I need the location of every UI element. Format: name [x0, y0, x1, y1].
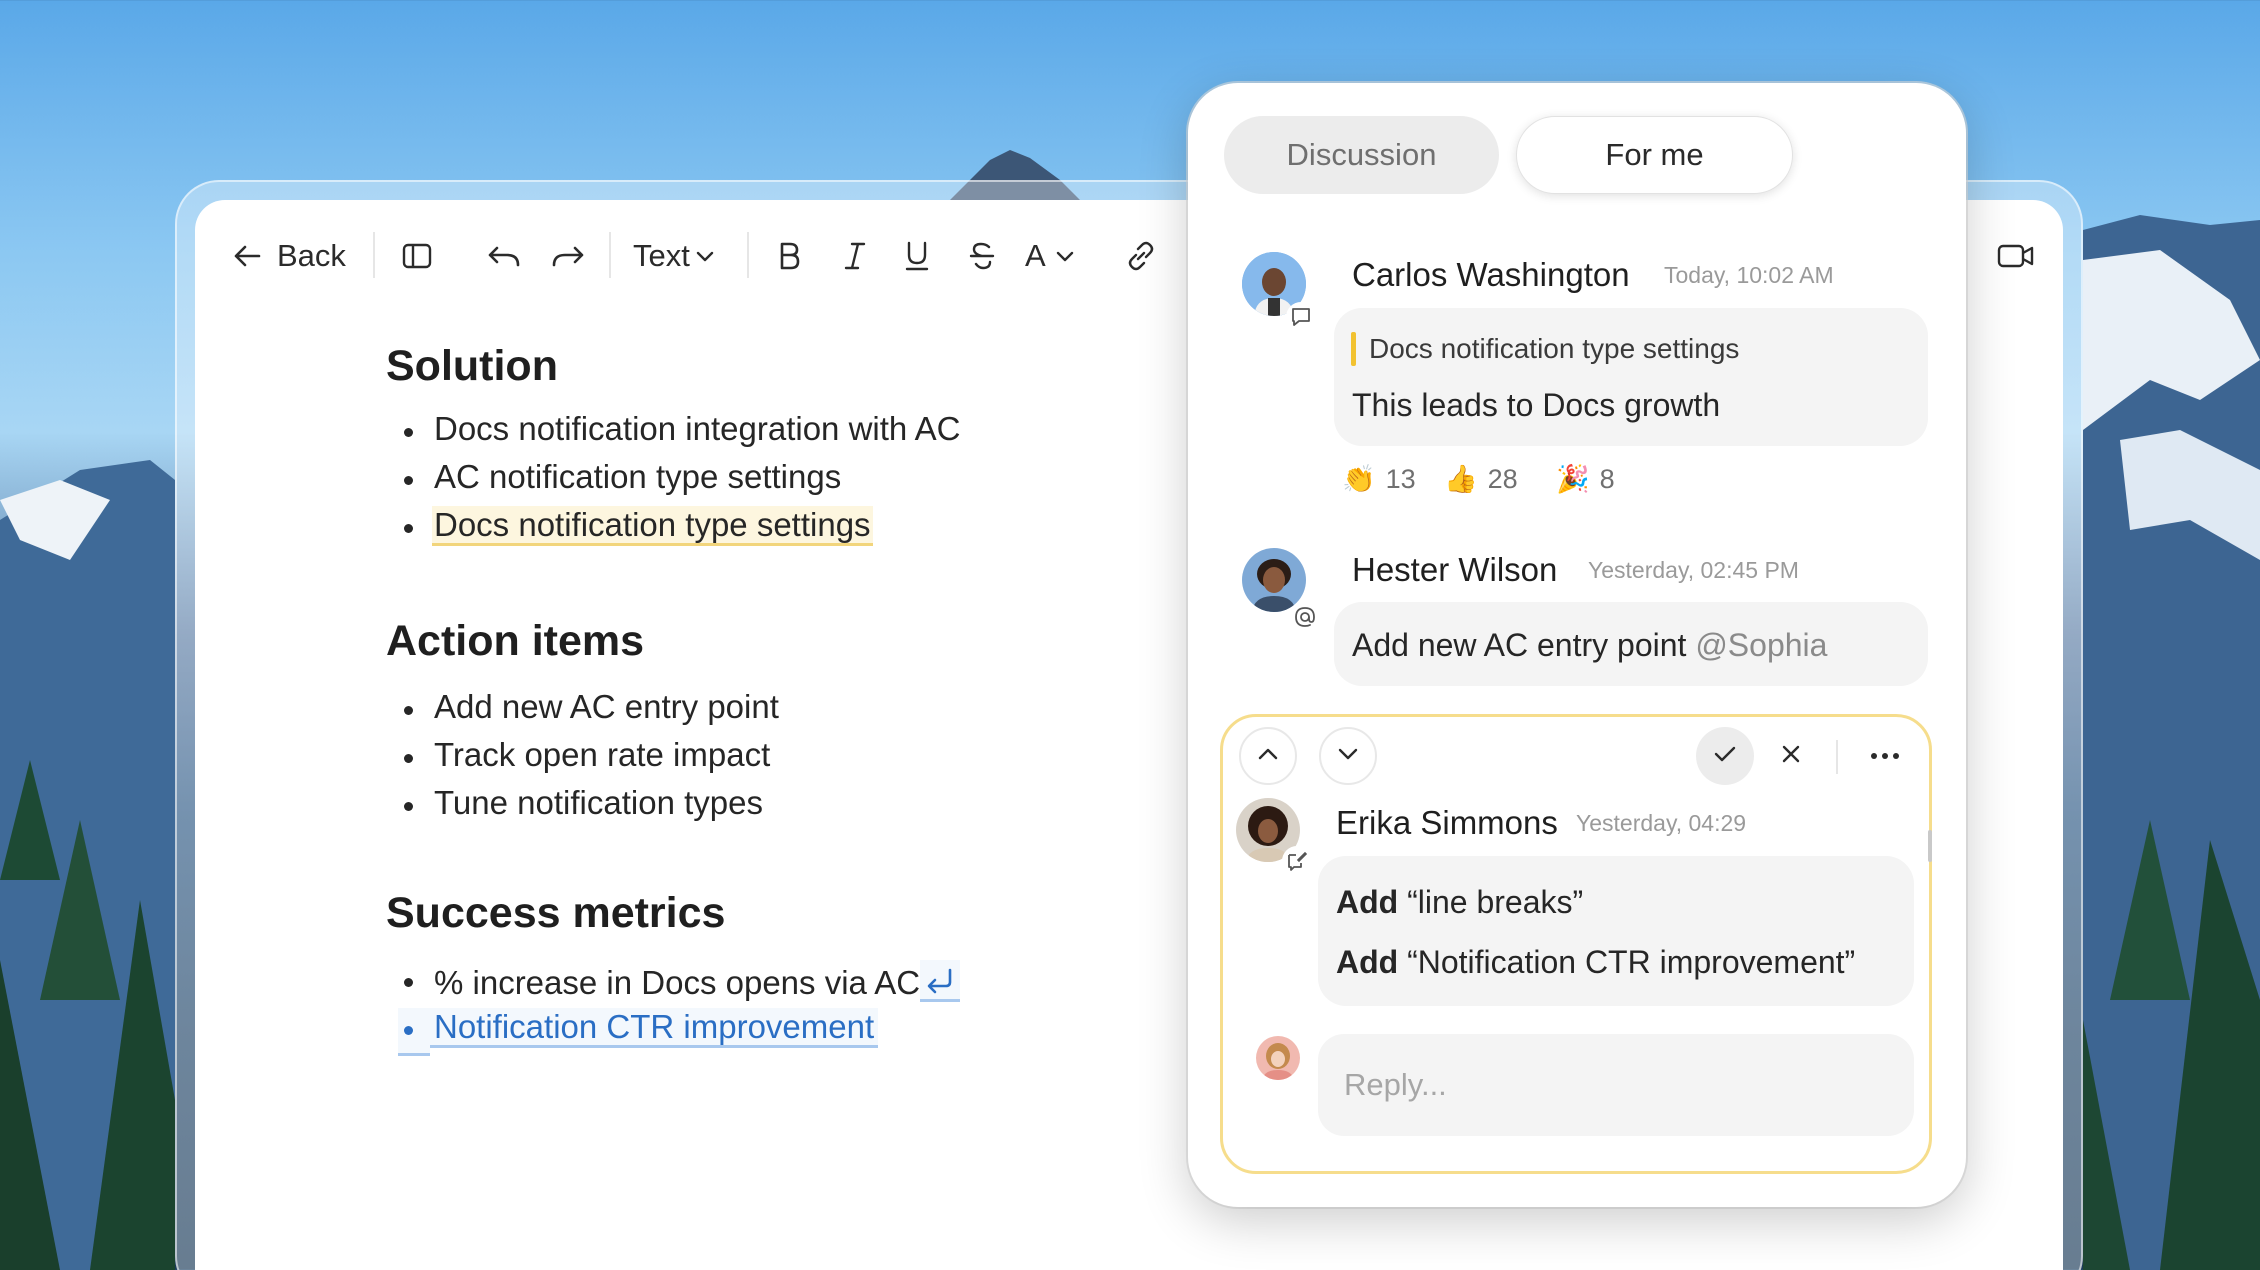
comment-message: Add new AC entry point	[1352, 627, 1687, 663]
list-item[interactable]: Docs notification integration with AC	[434, 410, 960, 448]
reply-input[interactable]	[1318, 1034, 1914, 1136]
comment-text: This leads to Docs growth	[1352, 387, 1721, 423]
list-item-commented[interactable]: Docs notification type settings	[432, 506, 873, 546]
bullet	[404, 1026, 413, 1035]
more-icon	[1870, 747, 1900, 765]
previous-comment-button[interactable]	[1239, 727, 1297, 785]
chevron-down-icon	[696, 250, 714, 262]
bullet	[404, 706, 413, 715]
close-icon	[1781, 744, 1801, 769]
reaction-count: 13	[1385, 463, 1416, 494]
accept-suggestion-button[interactable]	[1696, 727, 1754, 785]
current-user-avatar	[1256, 1036, 1300, 1080]
bullet	[404, 476, 413, 485]
divider	[1836, 740, 1838, 774]
back-button[interactable]: Back	[233, 238, 346, 274]
bullet	[404, 978, 413, 987]
checkmark-icon	[1713, 745, 1737, 768]
chevron-down-icon	[1056, 250, 1074, 262]
list-item[interactable]: Track open rate impact	[434, 736, 770, 774]
underline-icon[interactable]	[899, 236, 935, 276]
quote-marker	[1351, 332, 1356, 366]
bold-icon[interactable]	[771, 236, 807, 276]
video-icon[interactable]	[1994, 236, 2038, 276]
comment-timestamp: Yesterday, 04:29	[1576, 810, 1747, 836]
link-icon[interactable]	[1121, 236, 1161, 276]
list-item[interactable]: AC notification type settings	[434, 458, 841, 496]
suggestion-change: Add “line breaks”	[1336, 884, 1583, 921]
text-style-dropdown[interactable]: Text	[633, 236, 714, 276]
mention-link[interactable]: @Sophia	[1695, 627, 1827, 663]
bullet	[404, 428, 413, 437]
clap-icon: 👏	[1342, 464, 1376, 494]
line-break-icon	[920, 960, 961, 1002]
suggestion-bubble[interactable]	[1318, 856, 1914, 1006]
thumbs-up-icon: 👍	[1444, 464, 1478, 494]
more-options-button[interactable]	[1856, 727, 1914, 785]
comment-author: Erika Simmons	[1336, 804, 1558, 841]
heading-action-items: Action items	[386, 617, 645, 665]
sidebar-icon[interactable]	[397, 236, 437, 276]
back-arrow-icon	[233, 244, 261, 268]
font-color-dropdown[interactable]: A	[1025, 236, 1074, 276]
list-item[interactable]: % increase in Docs opens via AC	[434, 960, 961, 1002]
toolbar-divider	[747, 232, 749, 278]
change-text: “Notification CTR improvement”	[1407, 944, 1856, 980]
comment-highlight[interactable]: Docs notification type settings	[432, 506, 873, 546]
reaction-count: 28	[1487, 463, 1518, 494]
next-comment-button[interactable]	[1319, 727, 1377, 785]
reaction-thumbs-up[interactable]: 👍 28	[1444, 463, 1518, 495]
comment-text: Add new AC entry point @Sophia	[1352, 627, 1827, 664]
suggestion-change: Add “Notification CTR improvement”	[1336, 944, 1855, 981]
comment-author: Hester Wilson	[1352, 551, 1558, 588]
heading-success-metrics: Success metrics	[386, 889, 726, 937]
suggested-insertion[interactable]: Notification CTR improvement	[430, 1008, 879, 1048]
bullet	[404, 754, 413, 763]
change-text: “line breaks”	[1407, 884, 1584, 920]
comment-icon	[1286, 302, 1316, 332]
toolbar-divider	[373, 232, 375, 278]
bullet	[404, 524, 413, 533]
reaction-count: 8	[1599, 463, 1615, 494]
comment-timestamp: Today, 10:02 AM	[1664, 262, 1834, 288]
italic-icon[interactable]	[837, 236, 873, 276]
party-icon: 🎉	[1556, 464, 1590, 494]
back-label: Back	[277, 238, 346, 273]
edit-suggestion-icon	[1282, 846, 1312, 876]
chevron-down-icon	[1337, 747, 1359, 766]
list-item-text: % increase in Docs opens via AC	[434, 964, 921, 1001]
comment-author: Carlos Washington	[1352, 256, 1630, 293]
strikethrough-icon[interactable]	[963, 236, 1001, 276]
quoted-text: Docs notification type settings	[1369, 333, 1740, 364]
scrollbar[interactable]	[1928, 830, 1932, 862]
tab-discussion[interactable]: Discussion	[1224, 116, 1499, 194]
toolbar-divider	[609, 232, 611, 278]
list-item-suggested[interactable]: Notification CTR improvement	[430, 1008, 879, 1048]
at-icon	[1290, 602, 1320, 632]
list-item[interactable]: Tune notification types	[434, 784, 763, 822]
tab-for-me[interactable]: For me	[1516, 116, 1793, 194]
redo-icon[interactable]	[547, 236, 589, 276]
avatar[interactable]	[1242, 548, 1306, 612]
reaction-party[interactable]: 🎉 8	[1556, 463, 1615, 495]
undo-icon[interactable]	[483, 236, 525, 276]
heading-solution: Solution	[386, 342, 558, 390]
reject-suggestion-button[interactable]	[1762, 727, 1820, 785]
list-item[interactable]: Add new AC entry point	[434, 688, 779, 726]
chevron-up-icon	[1257, 747, 1279, 766]
comment-timestamp: Yesterday, 02:45 PM	[1588, 557, 1799, 583]
change-action: Add	[1336, 944, 1399, 980]
bullet	[404, 802, 413, 811]
change-action: Add	[1336, 884, 1399, 920]
font-color-icon: A	[1025, 238, 1046, 273]
reaction-clap[interactable]: 👏 13	[1342, 463, 1416, 495]
comment-bubble[interactable]	[1334, 308, 1928, 446]
suggestion-insert-marker	[398, 1008, 430, 1056]
text-style-label: Text	[633, 238, 690, 273]
